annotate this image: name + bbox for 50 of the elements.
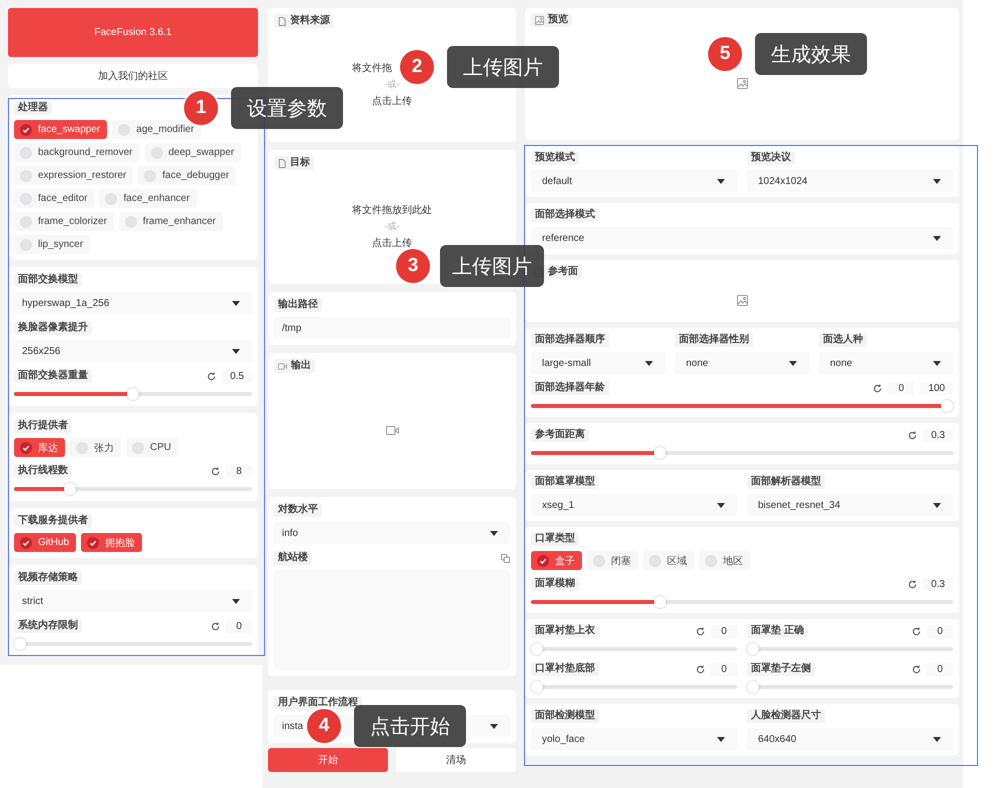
field-label: 面选人种	[819, 333, 867, 347]
field-label: 视频存储策略	[14, 571, 82, 585]
field-label: 口罩类型	[531, 532, 579, 546]
field-label: 面部解析器模型	[747, 475, 825, 489]
field-label: 航站楼	[274, 551, 312, 565]
callout-tooltip: 上传图片	[447, 46, 559, 88]
callout-tooltip: 点击开始	[354, 705, 466, 747]
step-badge: 4	[307, 709, 341, 743]
field-label: 输出路径	[274, 298, 322, 312]
or-separator: -或-	[384, 220, 400, 233]
field-label: 预览模式	[531, 151, 579, 165]
field-label: 面部交换器重量	[14, 369, 92, 383]
field-label: 面部选择模式	[531, 208, 599, 222]
field-label: 面部选择器性别	[675, 333, 753, 347]
field-label: 面罩垫子左侧	[747, 662, 815, 676]
field-label: 目标	[290, 157, 310, 169]
field-label: 面部遮罩模型	[531, 475, 599, 489]
field-label: 输出	[291, 360, 311, 372]
field-label: 面罩衬垫上衣	[531, 624, 599, 638]
field-label: 预览决议	[747, 151, 795, 165]
field-label: 处理器	[14, 101, 52, 115]
field-label: 口罩衬垫底部	[531, 662, 599, 676]
field-label: 面部选择器顺序	[531, 333, 609, 347]
field-label: 执行线程数	[14, 464, 72, 478]
field-label: 面部交换模型	[14, 273, 82, 287]
field-label: 面部检测模型	[531, 709, 599, 723]
field-label: 参考面距离	[531, 428, 589, 442]
callout-tooltip: 设置参数	[231, 87, 343, 129]
or-separator: -或-	[384, 78, 400, 91]
callout-tooltip: 上传图片	[440, 245, 544, 287]
step-badge: 3	[396, 249, 430, 283]
drop-hint: 将文件拖放到此处	[352, 205, 432, 216]
callout-tooltip: 生成效果	[755, 33, 867, 75]
field-label: 系统内存限制	[14, 619, 82, 633]
step-badge: 1	[184, 91, 218, 125]
field-label: 参考面	[548, 266, 578, 278]
step-badge: 2	[400, 50, 434, 84]
field-label: 面罩模糊	[531, 577, 579, 591]
field-label: 下载服务提供者	[14, 514, 92, 528]
drop-hint: 将文件拖	[352, 63, 392, 74]
field-label: 对数水平	[274, 503, 322, 517]
field-label: 预览	[548, 14, 568, 26]
field-label: 人脸检测器尺寸	[747, 709, 825, 723]
step-badge: 5	[708, 37, 742, 71]
field-label: 资料来源	[290, 15, 330, 27]
field-label: 执行提供者	[14, 419, 72, 433]
field-label: 面部选择器年龄	[531, 381, 609, 395]
field-label: 面罩垫 正确	[747, 624, 808, 638]
field-label: 用户界面工作流程	[274, 696, 362, 710]
field-label: 换脸器像素提升	[14, 321, 92, 335]
